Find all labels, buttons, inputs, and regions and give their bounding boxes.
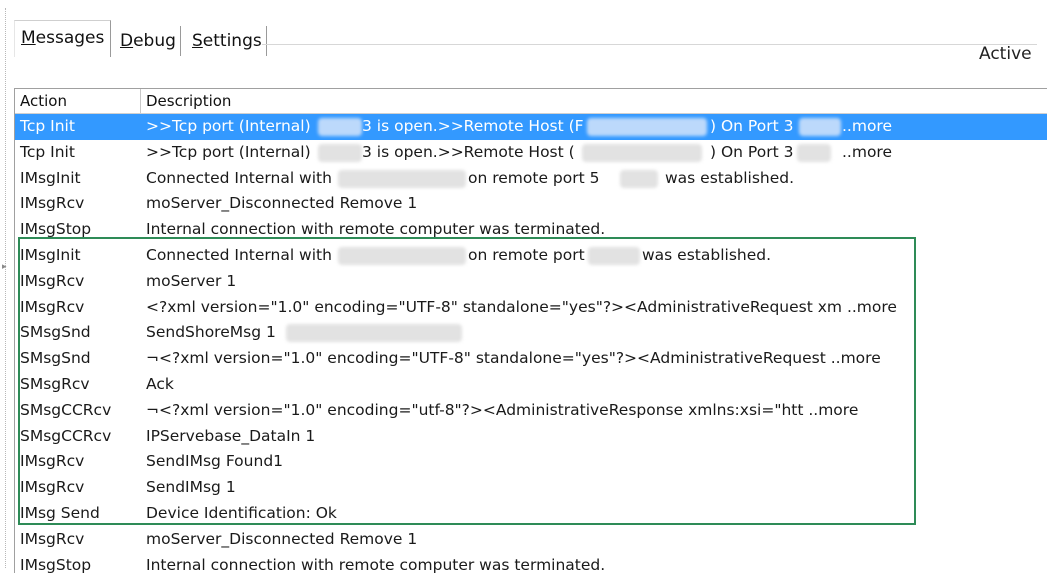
description-cell: ¬<?xml version="1.0" encoding="UTF-8" st… <box>146 349 881 368</box>
action-cell: SMsgSnd <box>20 323 91 342</box>
tab-debug[interactable]: Debug <box>116 26 181 56</box>
description-cell: SendIMsg Found1 <box>146 452 284 471</box>
connection-status: Active <box>979 44 1032 64</box>
description-cell: SendShoreMsg 1 <box>142 320 1042 346</box>
tab-messages[interactable]: Messages <box>14 20 112 57</box>
redacted-text <box>338 246 466 265</box>
table-body: Tcp Init >>Tcp port (Internal) 3 is open… <box>15 114 1047 573</box>
description-cell: >>Tcp port (Internal) 3 is open.>>Remote… <box>142 114 1042 140</box>
table-row[interactable]: IMsgInit Connected Internal with on remo… <box>15 166 1047 192</box>
action-cell: IMsgInit <box>20 245 81 264</box>
description-part: >>Tcp port (Internal) <box>146 117 311 135</box>
action-cell: IMsgRcv <box>20 271 85 290</box>
action-cell: SMsgCCRcv <box>20 400 112 419</box>
description-part: 3 is open.>>Remote Host (F <box>362 117 584 135</box>
message-log-table[interactable]: Action Description Tcp Init >>Tcp port (… <box>14 88 1047 573</box>
table-row[interactable]: IMsgStop Internal connection with remote… <box>15 217 1047 243</box>
tab-debug-label: ebug <box>133 31 176 51</box>
description-part: on remote port <box>468 245 585 264</box>
action-cell: IMsgRcv <box>20 194 85 213</box>
redacted-text <box>797 143 831 162</box>
redacted-text <box>286 324 462 343</box>
description-cell: >>Tcp port (Internal) 3 is open.>>Remote… <box>142 140 1042 166</box>
description-cell: <?xml version="1.0" encoding="UTF-8" sta… <box>146 297 897 316</box>
action-cell: Tcp Init <box>20 142 75 161</box>
tab-divider <box>262 44 1037 45</box>
table-row[interactable]: IMsgRcv moServer_Disconnected Remove 1 <box>15 191 1047 217</box>
description-cell: Ack <box>146 374 174 393</box>
action-cell: IMsgStop <box>20 220 92 239</box>
table-row[interactable]: SMsgCCRcv ¬<?xml version="1.0" encoding=… <box>15 398 1047 424</box>
description-cell: Connected Internal with on remote port w… <box>142 243 1042 269</box>
table-row[interactable]: IMsgRcv SendIMsg 1 <box>15 475 1047 501</box>
tab-messages-mnemonic: M <box>21 28 36 48</box>
action-cell: SMsgCCRcv <box>20 426 112 445</box>
description-cell: moServer 1 <box>146 271 237 290</box>
table-row[interactable]: SMsgCCRcv IPServebase_DataIn 1 <box>15 424 1047 450</box>
table-row[interactable]: IMsg Send Device Identification: Ok <box>15 501 1047 527</box>
splitter-grip-icon[interactable]: ▸ <box>2 262 7 272</box>
description-cell: Internal connection with remote computer… <box>146 555 606 573</box>
description-cell: IPServebase_DataIn 1 <box>146 426 316 445</box>
redacted-text <box>318 143 362 162</box>
table-header: Action Description <box>15 89 1047 114</box>
table-row[interactable]: IMsgInit Connected Internal with on remo… <box>15 243 1047 269</box>
tab-settings[interactable]: Settings <box>188 26 267 56</box>
table-row[interactable]: SMsgSnd SendShoreMsg 1 <box>15 320 1047 346</box>
table-row[interactable]: IMsgRcv moServer 1 <box>15 269 1047 295</box>
table-row[interactable]: Tcp Init >>Tcp port (Internal) 3 is open… <box>15 114 1047 140</box>
redacted-text <box>587 118 707 136</box>
description-cell: SendIMsg 1 <box>146 478 236 497</box>
more-link[interactable]: ..more <box>842 114 892 140</box>
description-part: was established. <box>642 245 772 264</box>
description-cell: Device Identification: Ok <box>146 503 337 522</box>
description-cell: moServer_Disconnected Remove 1 <box>146 529 418 548</box>
table-row[interactable]: SMsgSnd ¬<?xml version="1.0" encoding="U… <box>15 346 1047 372</box>
table-row[interactable]: IMsgRcv moServer_Disconnected Remove 1 <box>15 527 1047 553</box>
action-cell: SMsgRcv <box>20 374 90 393</box>
table-row[interactable]: IMsgRcv <?xml version="1.0" encoding="UT… <box>15 295 1047 321</box>
column-header-description[interactable]: Description <box>141 89 1047 113</box>
table-row[interactable]: IMsgRcv SendIMsg Found1 <box>15 449 1047 475</box>
table-row[interactable]: IMsgStop Internal connection with remote… <box>15 553 1047 573</box>
redacted-text <box>318 118 362 136</box>
description-part: 3 is open.>>Remote Host ( <box>362 142 575 161</box>
description-part: Connected Internal with <box>146 168 332 187</box>
redacted-text <box>588 246 640 265</box>
description-part: was established. <box>665 168 795 187</box>
description-part: Connected Internal with <box>146 245 332 264</box>
description-cell: Internal connection with remote computer… <box>146 220 606 239</box>
tab-settings-label: ettings <box>202 31 262 51</box>
action-cell: IMsgInit <box>20 168 81 187</box>
column-header-action[interactable]: Action <box>15 89 141 113</box>
tab-bar: Messages Debug Settings <box>14 20 1047 64</box>
action-cell: IMsg Send <box>20 503 100 522</box>
table-row[interactable]: Tcp Init >>Tcp port (Internal) 3 is open… <box>15 140 1047 166</box>
more-link[interactable]: ..more <box>842 140 892 166</box>
redacted-text <box>620 169 658 188</box>
action-cell: SMsgSnd <box>20 349 91 368</box>
description-cell: moServer_Disconnected Remove 1 <box>146 194 418 213</box>
description-cell: ¬<?xml version="1.0" encoding="utf-8"?><… <box>146 400 859 419</box>
redacted-text <box>582 143 702 162</box>
tab-debug-mnemonic: D <box>120 31 134 51</box>
action-cell: IMsgRcv <box>20 478 85 497</box>
description-cell: Connected Internal with on remote port 5… <box>142 166 1042 192</box>
action-cell: IMsgStop <box>20 555 92 573</box>
description-part: ) On Port 3 <box>710 142 794 161</box>
window-left-edge <box>5 8 6 568</box>
tab-messages-label: essages <box>35 28 105 48</box>
tab-settings-mnemonic: S <box>192 31 203 51</box>
action-cell: IMsgRcv <box>20 452 85 471</box>
action-cell: IMsgRcv <box>20 529 85 548</box>
description-part: on remote port 5 <box>468 168 600 187</box>
description-part: SendShoreMsg 1 <box>146 323 276 342</box>
redacted-text <box>799 118 841 136</box>
action-cell: Tcp Init <box>20 117 75 135</box>
action-cell: IMsgRcv <box>20 297 85 316</box>
table-row[interactable]: SMsgRcv Ack <box>15 372 1047 398</box>
redacted-text <box>338 169 466 188</box>
description-part: >>Tcp port (Internal) <box>146 142 311 161</box>
description-part: ) On Port 3 <box>710 117 794 135</box>
